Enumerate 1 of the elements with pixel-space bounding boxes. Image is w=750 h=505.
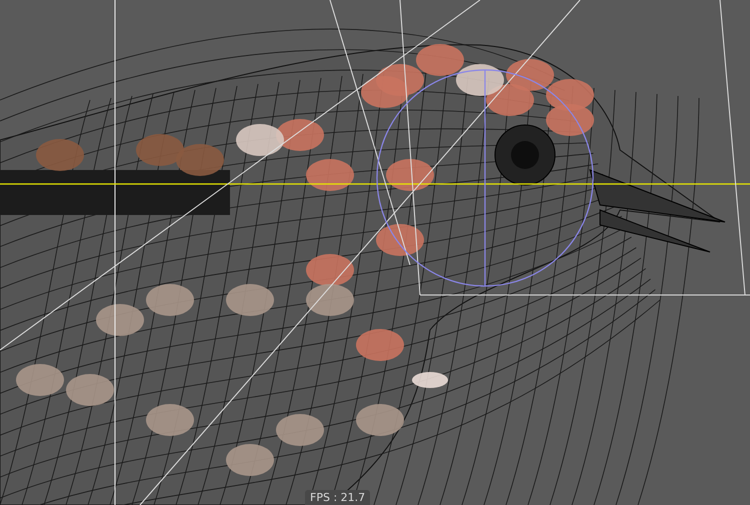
fps-counter: FPS : 21.7 [305,490,370,505]
